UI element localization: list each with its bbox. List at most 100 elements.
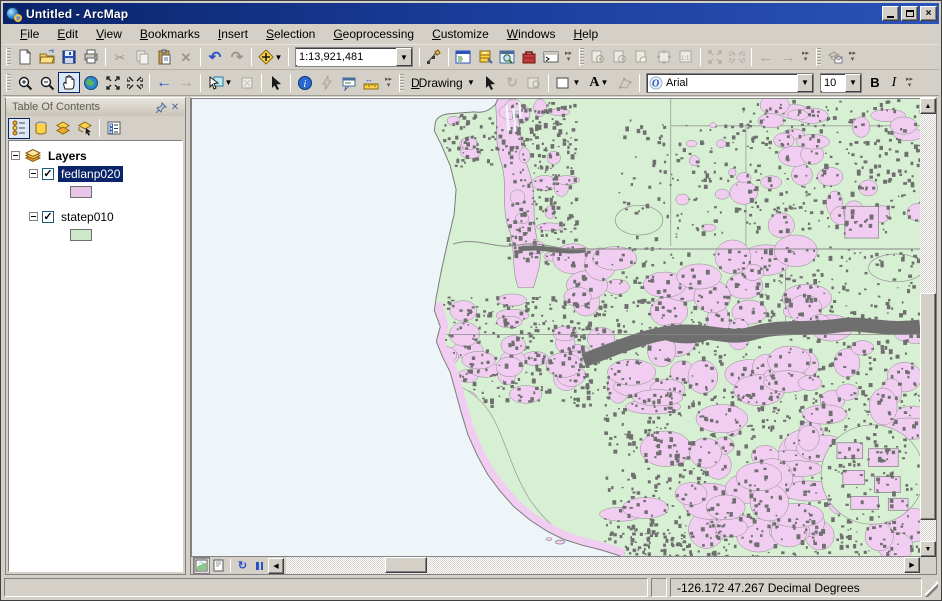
- measure-tool[interactable]: ↔: [360, 72, 382, 93]
- undo-button[interactable]: ↶: [204, 47, 226, 68]
- toc-options-button[interactable]: [103, 118, 125, 139]
- font-combo[interactable]: O ▼: [646, 73, 814, 93]
- paste-button[interactable]: [153, 47, 175, 68]
- italic-button[interactable]: I: [885, 72, 903, 93]
- horizontal-scroll-thumb[interactable]: [385, 557, 427, 573]
- map-document[interactable]: [192, 99, 920, 556]
- scale-dropdown-arrow[interactable]: ▼: [396, 48, 412, 66]
- maximize-button[interactable]: [901, 6, 918, 21]
- menu-insert[interactable]: Insert: [209, 25, 257, 43]
- map-scale-combo[interactable]: ▼: [295, 47, 413, 67]
- vertical-scroll-thumb[interactable]: [920, 293, 936, 519]
- data-view-button[interactable]: [193, 557, 210, 574]
- map-canvas[interactable]: [191, 98, 920, 557]
- layer-symbol-swatch[interactable]: [70, 229, 92, 241]
- search-window-button[interactable]: [496, 47, 518, 68]
- layout-zoom-100-button[interactable]: 1:1: [675, 47, 697, 68]
- collapse-icon[interactable]: [29, 169, 38, 178]
- toolbar-grip[interactable]: [6, 74, 11, 92]
- fixed-zoom-out-tool[interactable]: [124, 72, 146, 93]
- layout-go-forward-extent-button[interactable]: →: [777, 47, 799, 68]
- scroll-right-button[interactable]: ▶: [904, 557, 920, 573]
- shape-tool[interactable]: ▼: [552, 72, 584, 93]
- toc-layer-fedlanp020[interactable]: ✓ fedlanp020: [29, 165, 180, 182]
- menu-windows[interactable]: Windows: [498, 25, 565, 43]
- table-of-contents-window-button[interactable]: [452, 47, 474, 68]
- data-driven-pages-button[interactable]: [824, 47, 846, 68]
- list-by-drawing-order-button[interactable]: [8, 118, 30, 139]
- title-bar[interactable]: Untitled - ArcMap ×: [3, 3, 939, 24]
- toolbar-grip[interactable]: [816, 48, 821, 66]
- close-button[interactable]: ×: [920, 6, 937, 21]
- resize-grip[interactable]: [925, 578, 938, 597]
- zoom-out-tool[interactable]: [36, 72, 58, 93]
- zoom-to-selected-button[interactable]: [523, 72, 545, 93]
- html-popup-tool[interactable]: [338, 72, 360, 93]
- toolbar-grip[interactable]: [6, 48, 11, 66]
- toc-root-row[interactable]: Layers: [11, 147, 180, 164]
- collapse-icon[interactable]: [29, 212, 38, 221]
- select-elements-tool[interactable]: [265, 72, 287, 93]
- python-window-button[interactable]: [540, 47, 562, 68]
- zoom-in-tool[interactable]: [14, 72, 36, 93]
- font-size-combo[interactable]: ▼: [820, 73, 862, 93]
- select-features-tool[interactable]: ▼: [204, 72, 236, 93]
- cut-button[interactable]: ✂: [109, 47, 131, 68]
- list-by-selection-button[interactable]: [74, 118, 96, 139]
- menu-selection[interactable]: Selection: [257, 25, 324, 43]
- bold-button[interactable]: B: [865, 72, 885, 93]
- menu-help[interactable]: Help: [564, 25, 607, 43]
- menu-bookmarks[interactable]: Bookmarks: [131, 25, 209, 43]
- menu-geoprocessing[interactable]: Geoprocessing: [324, 25, 423, 43]
- minimize-button[interactable]: [882, 6, 899, 21]
- add-data-button[interactable]: ▼: [255, 47, 285, 68]
- catalog-window-button[interactable]: [474, 47, 496, 68]
- layer-visibility-checkbox[interactable]: ✓: [42, 168, 54, 180]
- layout-go-back-extent-button[interactable]: ←: [755, 47, 777, 68]
- menu-view[interactable]: View: [87, 25, 131, 43]
- font-dropdown-arrow[interactable]: ▼: [797, 74, 813, 92]
- print-button[interactable]: [80, 47, 102, 68]
- vertical-scrollbar[interactable]: ▲ ▼: [920, 98, 936, 557]
- close-icon[interactable]: ✕: [168, 100, 182, 114]
- save-button[interactable]: [58, 47, 80, 68]
- toolbar-overflow-button[interactable]: ▸▸▾: [563, 47, 574, 68]
- layout-zoom-out-button[interactable]: [609, 47, 631, 68]
- new-document-button[interactable]: [14, 47, 36, 68]
- go-back-extent-button[interactable]: ←: [153, 72, 175, 93]
- toolbar-grip[interactable]: [579, 48, 584, 66]
- layer-name[interactable]: statep010: [58, 209, 117, 225]
- full-extent-tool[interactable]: [80, 72, 102, 93]
- list-by-visibility-button[interactable]: [52, 118, 74, 139]
- clear-selected-features-button[interactable]: [236, 72, 258, 93]
- collapse-icon[interactable]: [11, 151, 20, 160]
- menu-file[interactable]: File: [11, 25, 48, 43]
- layout-view-button[interactable]: [210, 557, 227, 574]
- toc-root-label[interactable]: Layers: [45, 148, 90, 164]
- drawing-select-elements-tool[interactable]: [479, 72, 501, 93]
- hyperlink-tool[interactable]: [316, 72, 338, 93]
- delete-button[interactable]: ✕: [175, 47, 197, 68]
- toolbar-grip[interactable]: [399, 74, 404, 92]
- menu-edit[interactable]: Edit: [48, 25, 87, 43]
- pin-icon[interactable]: [154, 100, 168, 114]
- scroll-left-button[interactable]: ◀: [268, 558, 284, 574]
- editor-toolbar-button[interactable]: [423, 47, 445, 68]
- list-by-source-button[interactable]: [30, 118, 52, 139]
- toolbar-overflow-button[interactable]: ▸▸▾: [383, 72, 394, 93]
- redo-button[interactable]: ↷: [226, 47, 248, 68]
- scroll-up-button[interactable]: ▲: [920, 98, 936, 114]
- toc-layer-statep010[interactable]: ✓statep010: [29, 208, 180, 225]
- go-forward-extent-button[interactable]: →: [175, 72, 197, 93]
- drawing-menu-button[interactable]: DDrawing ▼: [407, 75, 479, 91]
- fixed-zoom-in-tool[interactable]: [102, 72, 124, 93]
- edit-vertices-tool[interactable]: [614, 72, 636, 93]
- pan-tool[interactable]: [58, 72, 80, 93]
- layer-name[interactable]: fedlanp020: [58, 166, 123, 182]
- text-tool[interactable]: A▼: [584, 72, 614, 93]
- refresh-button[interactable]: ↻: [234, 557, 251, 574]
- copy-button[interactable]: [131, 47, 153, 68]
- layout-pan-button[interactable]: [631, 47, 653, 68]
- layout-fixed-zoom-out-button[interactable]: [726, 47, 748, 68]
- scroll-down-button[interactable]: ▼: [920, 541, 936, 557]
